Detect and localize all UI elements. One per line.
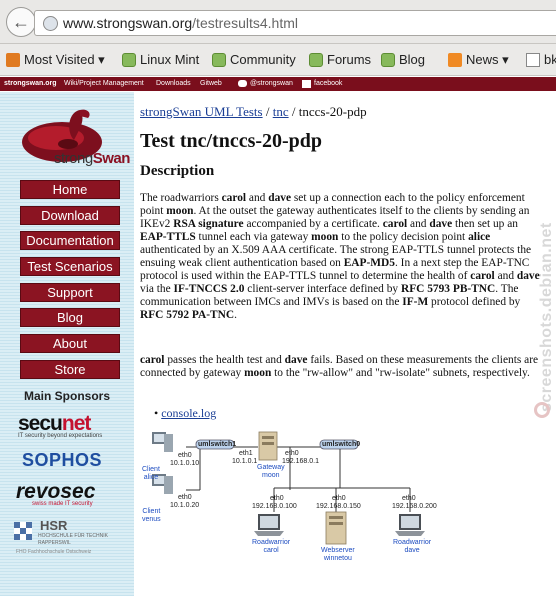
moon-ip0: 192.168.0.1 [282,458,319,465]
back-button[interactable]: ← [6,7,36,37]
carol-eth: eth0 [270,495,284,502]
site-topbar: strongswan.org Wiki/Project Management D… [0,77,556,91]
topbar-link-home[interactable]: strongswan.org [4,80,57,87]
star-icon [6,53,20,67]
sponsors-heading: Main Sponsors [24,389,111,403]
address-text: www.strongswan.org/testresults4.html [63,15,298,31]
crumb-tnc[interactable]: tnc [273,104,289,119]
moon-label[interactable]: Gateway moon [257,464,285,480]
browser-toolbar: ← www.strongswan.org/testresults4.html [0,0,556,44]
description-heading: Description [140,163,215,179]
watermark: screenshots.debian.net [528,180,556,430]
twitter-icon [238,80,247,87]
description-paragraph-1: The roadwarriors carol and dave set up a… [140,192,540,321]
page-icon [526,52,540,67]
alice-eth: eth0 [178,452,192,459]
venus-label[interactable]: Client venus [142,508,161,524]
nav-about[interactable]: About [20,334,120,353]
hsr-footer: FHO Fachhochschule Ostschweiz [16,549,92,555]
mint-icon [212,52,226,67]
crumb-uml-tests[interactable]: strongSwan UML Tests [140,104,263,119]
debian-swirl-icon [534,402,550,418]
topbar-link-twitter[interactable]: @strongswan [250,80,293,87]
nav-documentation[interactable]: Documentation [20,231,120,250]
carol-ip: 192.168.0.100 [252,503,297,510]
bookmark-bk[interactable]: bk [526,52,556,67]
main-content: strongSwan UML Tests / tnc / tnccs-20-pd… [140,92,540,596]
rss-icon [448,53,462,67]
nav-store[interactable]: Store [20,360,120,379]
winnetou-label[interactable]: Webserver winnetou [321,547,355,563]
dave-ip: 192.168.0.200 [392,503,437,510]
page-title: Test tnc/tnccs-20-pdp [140,130,323,152]
moon-ip1: 10.1.0.1 [232,458,258,465]
facebook-icon [302,80,311,88]
topbar-link-facebook[interactable]: facebook [314,80,342,87]
crumb-current: tnccs-20-pdp [298,104,367,119]
nav-support[interactable]: Support [20,283,120,302]
moon-eth1: eth1 [239,450,253,457]
mint-icon [122,52,136,67]
venus-ip: 10.1.0.20 [170,502,200,509]
bookmark-news[interactable]: News ▾ [448,52,509,68]
network-diagram-lines [152,431,425,545]
switch0-label: umlswitch0 [322,441,361,448]
topbar-link-gitweb[interactable]: Gitweb [200,80,222,87]
mint-icon [309,52,323,67]
bookmark-blog[interactable]: Blog [381,52,425,67]
alice-label[interactable]: Client alice [142,466,160,482]
globe-icon [43,16,58,31]
network-diagram: umlswitch1 umlswitch0 eth0 10.1.0.10 Cli… [140,428,556,596]
description-paragraph-2: carol passes the health test and dave fa… [140,354,539,379]
bookmarks-toolbar: Most Visited ▾ Linux Mint Community Foru… [0,44,556,76]
bookmark-forums[interactable]: Forums [309,52,371,67]
hsr-logo[interactable]: HSR [40,518,67,533]
secunet-tagline: IT security beyond expectations [18,433,103,439]
topbar-link-downloads[interactable]: Downloads [156,80,191,87]
switch1-label: umlswitch1 [198,441,237,448]
topbar-link-wiki[interactable]: Wiki/Project Management [64,80,144,87]
bookmark-most-visited[interactable]: Most Visited ▾ [6,52,105,68]
nav-download[interactable]: Download [20,206,120,225]
sophos-logo[interactable]: SOPHOS [22,450,102,471]
hsr-emblem-icon [14,522,32,540]
nav-home[interactable]: Home [20,180,120,199]
winnetou-eth: eth0 [332,495,346,502]
alice-ip: 10.1.0.10 [170,460,200,467]
mint-icon [381,52,395,67]
moon-eth0: eth0 [285,450,299,457]
address-bar[interactable]: www.strongswan.org/testresults4.html [34,10,556,36]
console-log-item: • console.log [154,406,217,420]
hsr-subtitle: HOCHSCHULE FÜR TECHNIK RAPPERSWIL [38,533,108,546]
url-host: www.strongswan.org [63,15,193,31]
nav-test-scenarios[interactable]: Test Scenarios [20,257,120,276]
bookmark-linux-mint[interactable]: Linux Mint [122,52,199,67]
nav-blog[interactable]: Blog [20,308,120,327]
dave-label[interactable]: Roadwarrior dave [393,539,431,555]
watermark-text: screenshots.debian.net [538,222,555,412]
bookmark-community[interactable]: Community [212,52,296,67]
logo-text: strongSwan [54,150,130,167]
url-path: /testresults4.html [192,15,298,31]
carol-label[interactable]: Roadwarrior carol [252,539,290,555]
back-arrow-icon: ← [12,11,30,32]
winnetou-ip: 192.168.0.150 [316,503,361,510]
breadcrumb: strongSwan UML Tests / tnc / tnccs-20-pd… [140,104,367,119]
dave-eth: eth0 [402,495,416,502]
revosec-tagline: swiss made IT security [32,501,93,507]
sidebar: strongSwan Home Download Documentation T… [0,92,134,596]
console-log-link[interactable]: console.log [161,406,216,420]
venus-eth: eth0 [178,494,192,501]
strongswan-logo[interactable]: strongSwan [10,98,130,178]
